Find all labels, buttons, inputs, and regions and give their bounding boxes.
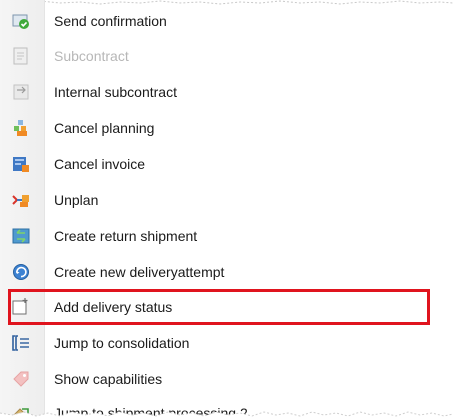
menu-item-cancel-invoice[interactable]: Cancel invoice	[0, 147, 453, 181]
cancel-planning-icon	[12, 119, 30, 137]
subcontract-icon	[12, 47, 30, 65]
torn-edge-bottom	[0, 411, 453, 419]
menu-item-label: Cancel invoice	[54, 156, 146, 172]
menu-item-internal-subcontract[interactable]: Internal subcontract	[0, 75, 453, 109]
menu-item-show-capabilities[interactable]: Show capabilities	[0, 362, 453, 396]
return-shipment-icon	[12, 227, 30, 245]
delivery-attempt-icon	[12, 263, 30, 281]
consolidation-icon	[12, 334, 30, 352]
send-confirmation-icon	[12, 12, 30, 30]
internal-subcontract-icon	[12, 83, 30, 101]
add-status-icon	[12, 298, 30, 316]
unplan-icon	[12, 191, 30, 209]
menu-item-unplan[interactable]: Unplan	[0, 183, 453, 217]
menu-item-cancel-planning[interactable]: Cancel planning	[0, 111, 453, 145]
menu-item-label: Cancel planning	[54, 120, 155, 136]
menu-item-create-return-shipment[interactable]: Create return shipment	[0, 219, 453, 253]
menu-item-add-delivery-status[interactable]: Add delivery status	[0, 290, 453, 324]
cancel-invoice-icon	[12, 155, 30, 173]
menu-item-label: Show capabilities	[54, 371, 163, 387]
capabilities-icon	[12, 370, 30, 388]
menu-item-label: Create new deliveryattempt	[54, 264, 225, 280]
menu-item-label: Internal subcontract	[54, 84, 177, 100]
menu-item-create-new-deliveryattempt[interactable]: Create new deliveryattempt	[0, 255, 453, 289]
menu-item-label: Jump to consolidation	[54, 335, 190, 351]
menu-item-label: Send confirmation	[54, 13, 167, 29]
menu-item-send-confirmation[interactable]: Send confirmation	[0, 4, 453, 38]
menu-item-label: Unplan	[54, 192, 99, 208]
context-menu: Send confirmation Subcontract Internal s…	[0, 0, 453, 419]
menu-item-jump-to-consolidation[interactable]: Jump to consolidation	[0, 326, 453, 360]
menu-item-subcontract[interactable]: Subcontract	[0, 39, 453, 73]
menu-item-label: Create return shipment	[54, 228, 198, 244]
menu-item-label: Add delivery status	[54, 299, 173, 315]
menu-item-label: Subcontract	[54, 48, 129, 64]
